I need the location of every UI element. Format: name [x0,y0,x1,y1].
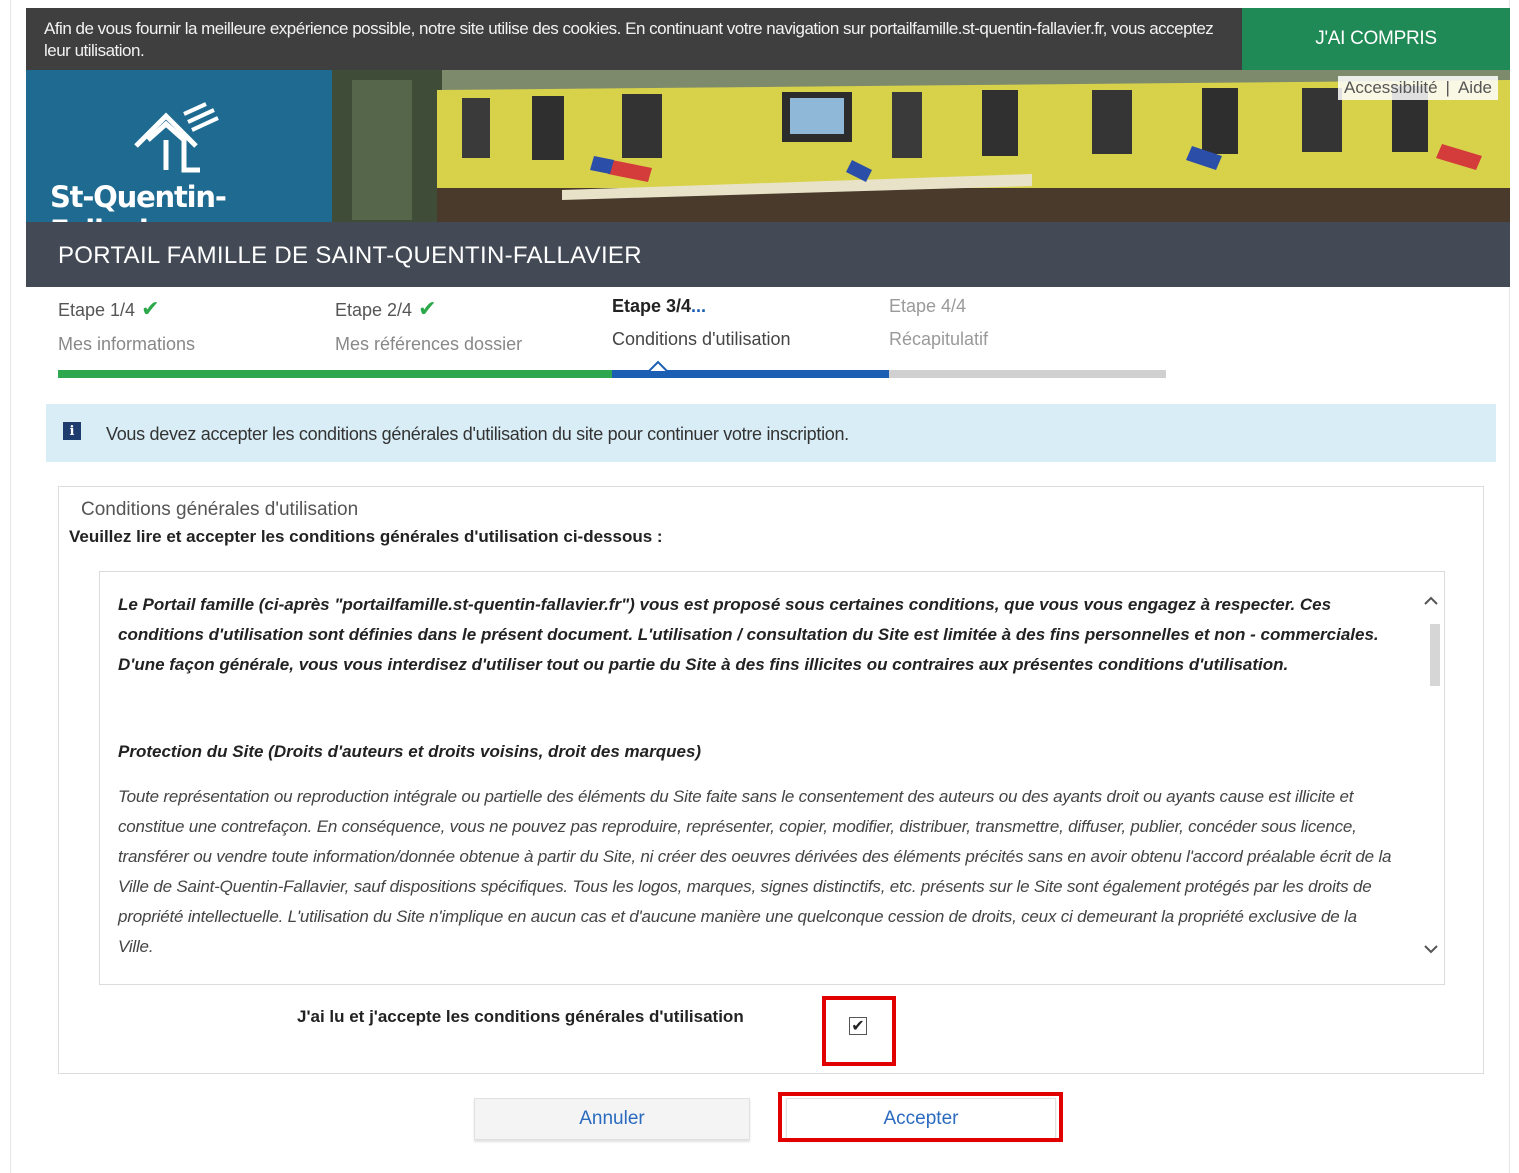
accessibility-link[interactable]: Accessibilité [1344,78,1438,97]
link-separator: | [1445,78,1450,97]
cookie-banner: Afin de vous fournir la meilleure expéri… [26,8,1510,70]
step-1-label: Etape 1/4 [58,300,136,320]
current-step-marker-icon [648,360,668,378]
accept-conditions-label: J'ai lu et j'accepte les conditions géné… [297,1007,744,1026]
cookie-message: Afin de vous fournir la meilleure expéri… [44,19,1214,60]
conditions-section-text: Toute représentation ou reproduction int… [118,787,1392,956]
conditions-text-area[interactable]: Le Portail famille (ci-après "portailfam… [99,571,1445,985]
site-banner: St-Quentin-Fallavier Accessibilité | Aide [26,70,1510,222]
progress-bar [58,360,1166,378]
chevron-up-icon[interactable] [1422,592,1440,610]
step-4: Etape 4/4 Récapitulatif [889,296,1166,350]
step-2-sub: Mes références dossier [335,334,523,354]
scrollbar-thumb[interactable] [1430,624,1440,686]
cancel-button[interactable]: Annuler [474,1098,750,1140]
checkmark-icon: ✔ [141,296,160,321]
step-4-label: Etape 4/4 [889,296,967,316]
step-4-sub: Récapitulatif [889,329,989,349]
conditions-intro: Le Portail famille (ci-après "portailfam… [118,595,1379,674]
portal-title: PORTAIL FAMILLE DE SAINT-QUENTIN-FALLAVI… [58,242,642,269]
in-progress-indicator: ... [691,296,707,316]
info-icon: i [63,422,81,440]
step-3-sub: Conditions d'utilisation [612,329,791,349]
conditions-instruction: Veuillez lire et accepter les conditions… [69,527,663,546]
info-alert: i Vous devez accepter les conditions gén… [46,404,1496,462]
checkbox-highlight [822,996,896,1066]
conditions-section-heading: Protection du Site (Droits d'auteurs et … [118,742,702,761]
progress-completed [58,370,612,378]
help-link[interactable]: Aide [1458,78,1492,97]
step-1-sub: Mes informations [58,334,196,354]
chevron-down-icon[interactable] [1422,940,1440,958]
step-2: Etape 2/4 ✔ Mes références dossier [335,296,612,355]
step-1: Etape 1/4 ✔ Mes informations [58,296,335,355]
info-message: Vous devez accepter les conditions génér… [106,424,849,444]
step-3: Etape 3/4... Conditions d'utilisation [612,296,889,350]
banner-photo [332,70,1510,222]
conditions-legend: Conditions générales d'utilisation [81,499,359,520]
portal-title-bar: PORTAIL FAMILLE DE SAINT-QUENTIN-FALLAVI… [26,222,1510,287]
registration-steps: Etape 1/4 ✔ Mes informations Etape 2/4 ✔ M… [58,290,1168,380]
conditions-panel: Conditions générales d'utilisation Veuil… [58,486,1484,1074]
accept-button-highlight [778,1092,1063,1142]
logo-text: St-Quentin-Fallavier [50,180,227,222]
cookie-accept-button[interactable]: J'AI COMPRIS [1242,8,1510,70]
logo-house-icon [134,102,219,173]
site-logo[interactable]: St-Quentin-Fallavier [26,70,332,222]
checkmark-icon: ✔ [418,296,437,321]
vertical-scrollbar[interactable] [1418,572,1444,984]
step-2-label: Etape 2/4 [335,300,413,320]
utility-links: Accessibilité | Aide [1338,76,1498,100]
step-3-label: Etape 3/4 [612,296,692,316]
